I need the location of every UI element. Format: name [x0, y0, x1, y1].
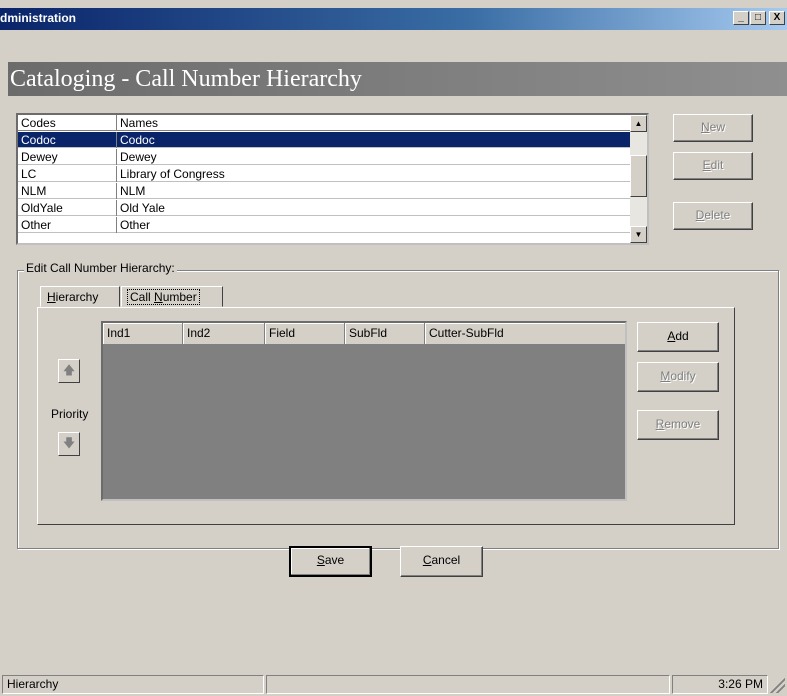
hierarchy-list[interactable]: Codes Names Codoc Codoc Dewey Dewey LC L…	[16, 113, 649, 245]
remove-button[interactable]: Remove	[637, 410, 719, 440]
status-panel-middle	[266, 675, 670, 694]
save-button[interactable]: Save	[289, 546, 372, 577]
list-row[interactable]: Other Other	[18, 217, 632, 233]
page-banner: Cataloging - Call Number Hierarchy	[8, 62, 787, 96]
grid-header: Ind1 Ind2 Field SubFld Cutter-SubFld	[103, 323, 625, 344]
row-name: NLM	[120, 184, 146, 198]
tab-hierarchy[interactable]: Hierarchy	[40, 286, 120, 307]
delete-button[interactable]: Delete	[673, 202, 753, 230]
row-name: Codoc	[120, 133, 155, 147]
scroll-down-icon[interactable]: ▼	[630, 226, 647, 243]
list-scrollbar[interactable]: ▲ ▼	[630, 115, 647, 243]
row-code: NLM	[21, 184, 47, 198]
edit-button[interactable]: Edit	[673, 152, 753, 180]
cancel-button[interactable]: Cancel	[400, 546, 483, 577]
page-title: Cataloging - Call Number Hierarchy	[10, 66, 362, 92]
edit-group-label: Edit Call Number Hierarchy:	[24, 261, 177, 275]
status-panel-main: Hierarchy	[2, 675, 264, 694]
window-title: dministration	[0, 11, 77, 25]
row-code: Codoc	[21, 133, 56, 147]
add-button[interactable]: Add	[637, 322, 719, 352]
names-column-header[interactable]: Names	[120, 116, 158, 130]
list-row[interactable]: NLM NLM	[18, 183, 632, 199]
status-clock: 3:26 PM	[672, 675, 768, 694]
ind1-column-header[interactable]: Ind1	[103, 323, 183, 344]
list-header: Codes Names	[18, 115, 632, 131]
minimize-button[interactable]: _	[733, 11, 749, 25]
row-code: LC	[21, 167, 37, 181]
new-button[interactable]: New	[673, 114, 753, 142]
priority-down-icon[interactable]: 🡇	[58, 432, 80, 456]
field-column-header[interactable]: Field	[265, 323, 345, 344]
row-code: Other	[21, 218, 52, 232]
maximize-button[interactable]: □	[750, 11, 766, 25]
window-titlebar: dministration _ □ X	[0, 8, 787, 30]
row-name: Other	[120, 218, 151, 232]
priority-up-icon[interactable]: 🡅	[58, 359, 80, 383]
call-number-fields-grid[interactable]: Ind1 Ind2 Field SubFld Cutter-SubFld	[101, 321, 627, 501]
list-row[interactable]: Dewey Dewey	[18, 149, 632, 165]
tab-call-number[interactable]: Call Number	[121, 286, 223, 307]
codes-column-header[interactable]: Codes	[21, 116, 56, 130]
list-row[interactable]: LC Library of Congress	[18, 166, 632, 182]
row-code: Dewey	[21, 150, 58, 164]
row-name: Dewey	[120, 150, 157, 164]
scroll-thumb[interactable]	[630, 155, 647, 197]
scroll-up-icon[interactable]: ▲	[630, 115, 647, 132]
row-code: OldYale	[21, 201, 63, 215]
modify-button[interactable]: Modify	[637, 362, 719, 392]
cutter-subfld-column-header[interactable]: Cutter-SubFld	[425, 323, 625, 344]
list-row[interactable]: OldYale Old Yale	[18, 200, 632, 216]
row-name: Old Yale	[120, 201, 165, 215]
close-button[interactable]: X	[769, 11, 785, 25]
priority-label: Priority	[51, 407, 89, 421]
subfld-column-header[interactable]: SubFld	[345, 323, 425, 344]
resize-grip-icon[interactable]	[770, 678, 785, 693]
ind2-column-header[interactable]: Ind2	[183, 323, 265, 344]
list-row[interactable]: Codoc Codoc	[18, 132, 632, 148]
status-bar: Hierarchy 3:26 PM	[0, 672, 787, 696]
row-name: Library of Congress	[120, 167, 225, 181]
